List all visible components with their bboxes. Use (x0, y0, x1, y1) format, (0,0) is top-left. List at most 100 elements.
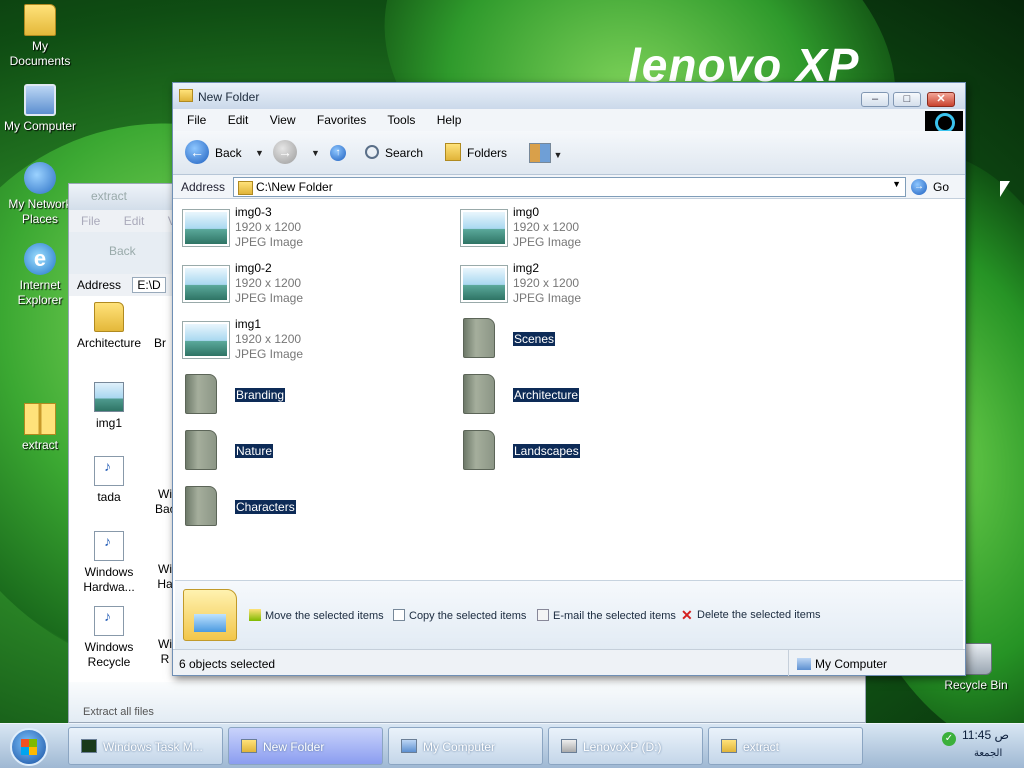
email-icon (537, 609, 549, 621)
close-button[interactable]: ✕ (927, 92, 955, 107)
window-title: New Folder (198, 90, 260, 104)
minimize-button[interactable]: – (861, 92, 889, 107)
address-dropdown-icon[interactable]: ▼ (892, 179, 901, 189)
security-check-icon[interactable]: ✓ (942, 732, 956, 746)
taskbar-button-label: LenovoXP (D:) (583, 740, 662, 754)
folder-item-landscapes[interactable]: Landscapes (453, 424, 723, 474)
start-button[interactable] (10, 728, 48, 766)
file-type: JPEG Image (513, 235, 582, 249)
file-item-img0[interactable]: img0 1920 x 1200 JPEG Image (453, 200, 723, 250)
taskbar-button-lenovoxp-drive[interactable]: LenovoXP (D:) (548, 727, 703, 765)
taskbar-button-extract[interactable]: extract (708, 727, 863, 765)
image-thumbnail-icon (183, 266, 229, 302)
status-zone: My Computer (788, 650, 943, 676)
folder-item-branding[interactable]: Branding (175, 368, 445, 418)
back-dropdown-icon[interactable]: ▼ (255, 143, 264, 163)
bg-item-br[interactable]: Br (149, 302, 171, 351)
file-list[interactable]: img0-3 1920 x 1200 JPEG Image img0 1920 … (175, 200, 963, 580)
taskbar-button-label: New Folder (263, 740, 325, 754)
status-zone-label: My Computer (815, 657, 888, 671)
copy-selected-items-link[interactable]: Copy the selected items (393, 609, 526, 622)
folder-icon (185, 430, 217, 470)
go-button[interactable]: → Go (911, 177, 949, 197)
menu-help[interactable]: Help (437, 113, 462, 127)
title-bar[interactable]: New Folder – □ ✕ (173, 83, 965, 109)
search-button[interactable]: Search (365, 143, 423, 163)
taskbar-button-label: Windows Task M... (103, 740, 203, 754)
bg-item-windows-recycle[interactable]: Windows Recycle (69, 606, 149, 670)
file-item-img1[interactable]: img1 1920 x 1200 JPEG Image (175, 312, 445, 362)
folder-item-characters[interactable]: Characters (175, 480, 445, 530)
menu-bar: File Edit View Favorites Tools Help (173, 109, 965, 133)
up-arrow-icon: ↑ (330, 144, 346, 161)
folder-icon (185, 374, 217, 414)
email-selected-items-link[interactable]: E-mail the selected items (537, 609, 676, 622)
taskbar-button-new-folder[interactable]: New Folder (228, 727, 383, 765)
menu-file[interactable]: File (187, 113, 206, 127)
menu-view[interactable]: View (270, 113, 296, 127)
system-tray: ✓ 11:45 ص الجمعة (930, 724, 1024, 768)
move-selected-items-link[interactable]: Move the selected items (249, 609, 384, 622)
address-field[interactable]: C:\New Folder ▼ (233, 177, 906, 197)
bg-extract-all-link[interactable]: Extract all files (69, 682, 865, 722)
my-computer-icon (797, 658, 811, 670)
zip-folder-icon (721, 739, 737, 753)
move-icon (249, 609, 261, 621)
network-icon (24, 162, 56, 194)
bg-item-label: Br (154, 336, 166, 350)
taskbar-button-label: My Computer (423, 740, 496, 754)
file-dimensions: 1920 x 1200 (235, 220, 302, 234)
go-label: Go (933, 180, 950, 194)
bg-address-field[interactable]: E:\D (132, 277, 166, 293)
desktop-icon-label: Recycle Bin (944, 678, 1008, 692)
bg-item-architecture[interactable]: Architecture (69, 302, 149, 351)
views-button[interactable]: ▼ (529, 143, 562, 163)
folder-icon (463, 318, 495, 358)
bg-menu-file[interactable]: File (81, 214, 100, 228)
taskbar-button-task-manager[interactable]: Windows Task M... (68, 727, 223, 765)
folder-item-nature[interactable]: Nature (175, 424, 445, 474)
file-dimensions: 1920 x 1200 (513, 220, 580, 234)
delete-selected-items-link[interactable]: ✕ Delete the selected items (681, 608, 821, 622)
folders-button[interactable]: Folders (445, 143, 507, 163)
taskbar-button-my-computer[interactable]: My Computer (388, 727, 543, 765)
folder-item-architecture[interactable]: Architecture (453, 368, 723, 418)
back-button[interactable]: ← Back (185, 140, 242, 165)
tray-day: الجمعة (974, 748, 1003, 759)
file-item-img0-2[interactable]: img0-2 1920 x 1200 JPEG Image (175, 256, 445, 306)
task-label: Move the selected items (265, 610, 384, 622)
folder-name-selected: Characters (235, 500, 296, 514)
desktop-icon-my-computer[interactable]: My Computer (0, 84, 80, 134)
image-thumbnail-icon (461, 266, 507, 302)
tray-clock[interactable]: 11:45 ص (962, 728, 1009, 742)
maximize-button[interactable]: □ (893, 92, 921, 107)
forward-dropdown-icon[interactable]: ▼ (311, 143, 320, 163)
taskbar-button-label: extract (743, 740, 780, 754)
bg-item-windows-hardware[interactable]: Windows Hardwa... (69, 531, 149, 595)
up-folder-button[interactable]: ↑ (330, 143, 352, 163)
menu-favorites[interactable]: Favorites (317, 113, 366, 127)
folder-icon (179, 89, 193, 102)
menu-tools[interactable]: Tools (387, 113, 415, 127)
bg-item-tada[interactable]: tada (69, 456, 149, 505)
file-dimensions: 1920 x 1200 (235, 276, 302, 290)
bg-item-label: img1 (95, 416, 122, 430)
desktop-icon-my-documents[interactable]: My Documents (0, 4, 80, 69)
explorer-window-new-folder[interactable]: New Folder – □ ✕ File Edit View Favorite… (172, 82, 966, 676)
task-manager-icon (81, 739, 97, 753)
task-label: Copy the selected items (409, 610, 527, 622)
file-item-img2[interactable]: img2 1920 x 1200 JPEG Image (453, 256, 723, 306)
folders-label: Folders (467, 146, 508, 160)
menu-edit[interactable]: Edit (228, 113, 249, 127)
folder-name-selected: Architecture (513, 388, 580, 402)
task-label: E-mail the selected items (553, 610, 676, 622)
address-value: C:\New Folder (256, 180, 333, 194)
image-thumbnail-icon (183, 210, 229, 246)
folder-item-scenes[interactable]: Scenes (453, 312, 723, 362)
forward-button[interactable]: → (273, 140, 303, 165)
drive-icon (561, 739, 577, 753)
file-type: JPEG Image (513, 291, 582, 305)
bg-item-img1[interactable]: img1 (69, 382, 149, 431)
bg-menu-edit[interactable]: Edit (124, 214, 145, 228)
file-item-img0-3[interactable]: img0-3 1920 x 1200 JPEG Image (175, 200, 445, 250)
